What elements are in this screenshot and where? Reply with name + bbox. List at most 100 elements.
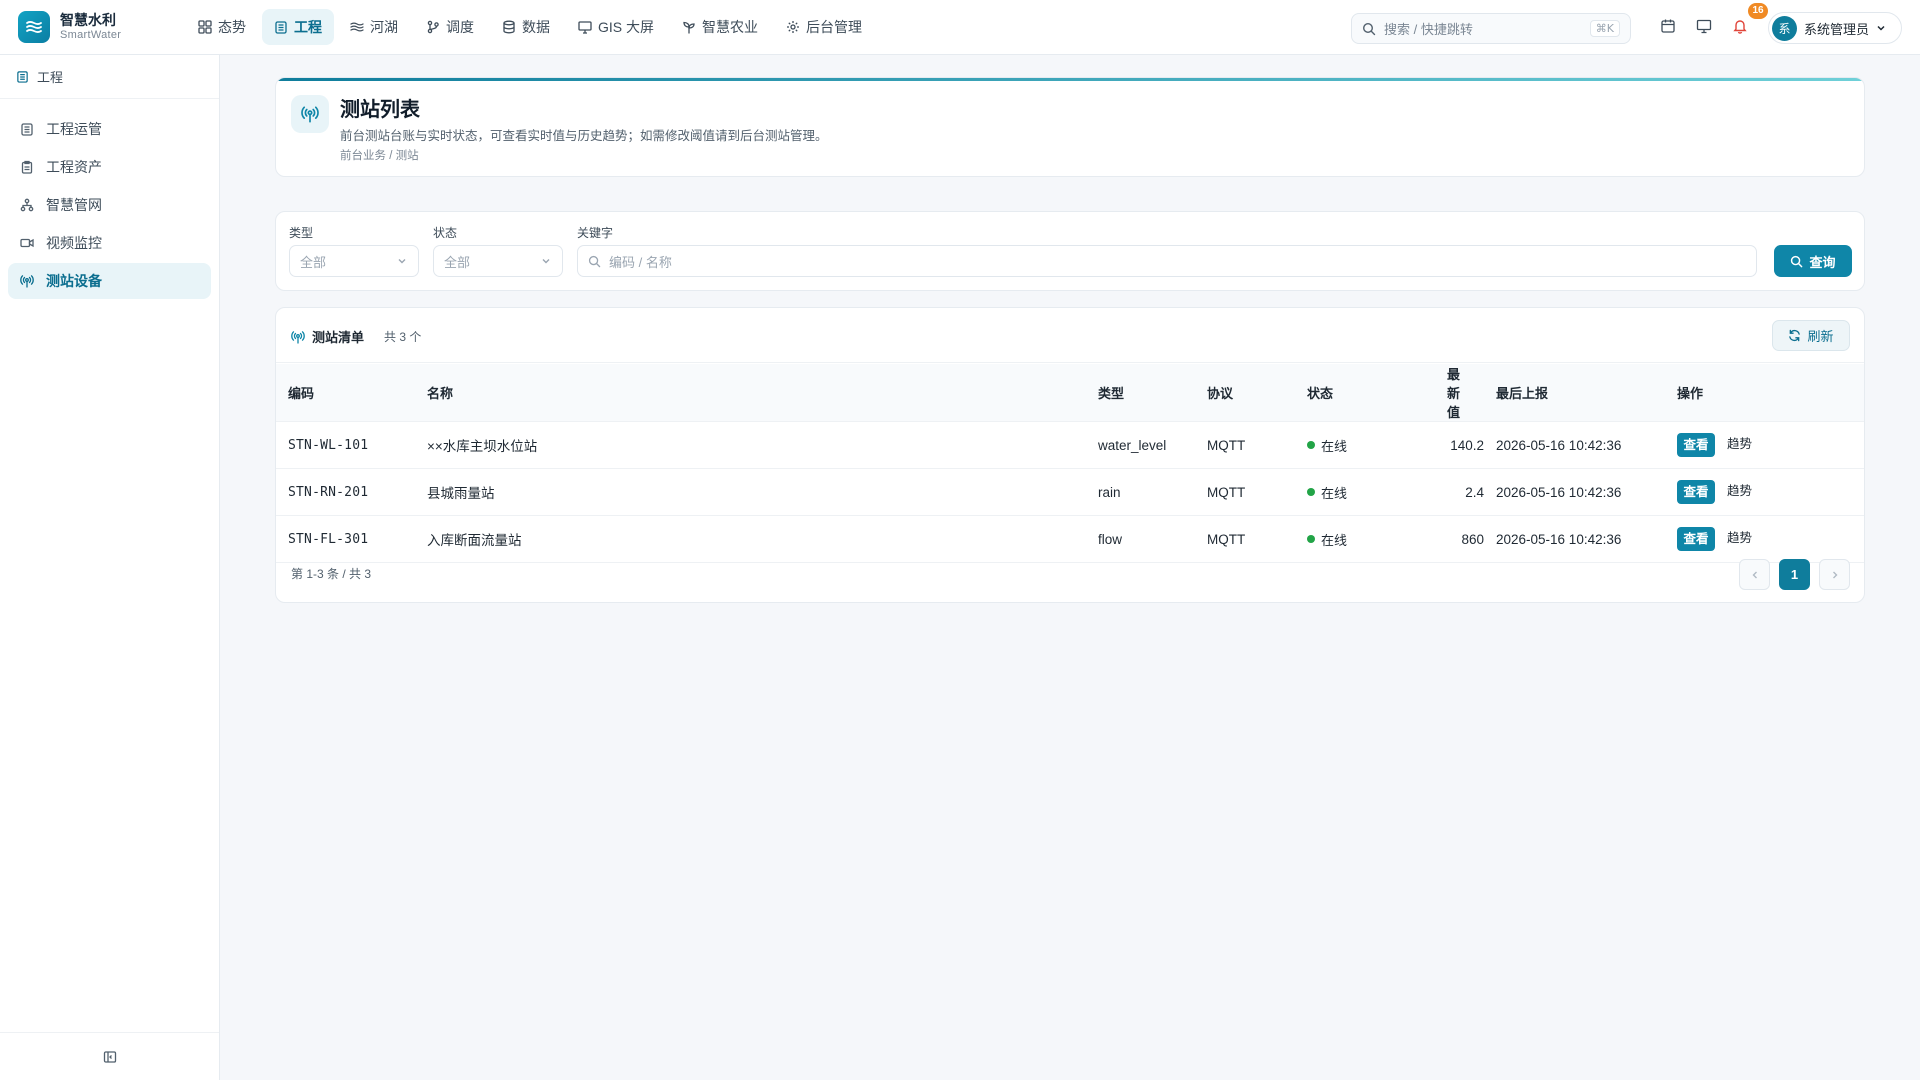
global-search[interactable]: 搜索 / 快捷跳转 ⌘K <box>1351 13 1631 44</box>
column-header-protocol[interactable]: 协议 <box>1195 364 1295 422</box>
table-toolbar: 测站清单 共 3 个 刷新 <box>276 308 1864 363</box>
refresh-button-label: 刷新 <box>1807 329 1834 344</box>
prev-page-button[interactable] <box>1739 559 1770 590</box>
keyword-input[interactable]: 编码 / 名称 <box>577 245 1757 277</box>
accent-bar <box>276 78 1864 81</box>
gear-icon <box>787 21 800 33</box>
sidebar-item-label: 工程资产 <box>46 159 102 175</box>
type-select[interactable]: 全部 <box>289 245 419 277</box>
search-icon <box>1791 255 1803 267</box>
nav-item-smart-agriculture[interactable]: 智慧农业 <box>670 9 770 45</box>
station-last-report: 2026-05-16 10:42:36 <box>1484 515 1665 563</box>
station-code: STN-WL-101 <box>276 421 415 469</box>
chevron-left-icon <box>1752 571 1757 578</box>
page-title: 测站列表 <box>340 99 420 121</box>
online-dot-icon <box>1307 488 1315 496</box>
sidebar-item-label: 智慧管网 <box>46 197 102 213</box>
grid-icon <box>198 20 212 34</box>
column-header-last-report[interactable]: 最后上报 <box>1484 364 1665 422</box>
type-select-value: 全部 <box>300 254 327 270</box>
nav-label: 后台管理 <box>806 19 863 35</box>
nav-item-data[interactable]: 数据 <box>490 9 562 45</box>
next-page-button[interactable] <box>1819 559 1850 590</box>
station-status: 在线 <box>1295 421 1426 469</box>
page-description: 前台测站台账与实时状态，可查看实时值与历史趋势；如需修改阈值请到后台测站管理。 <box>340 129 828 143</box>
nav-label: GIS 大屏 <box>598 19 655 35</box>
search-icon <box>1362 22 1376 35</box>
user-name: 系统管理员 <box>1804 21 1870 37</box>
nav-item-admin[interactable]: 后台管理 <box>774 9 874 45</box>
water-logo-icon <box>18 11 50 43</box>
table-row[interactable]: STN-RN-201 县城雨量站 rain MQTT 在线 2.4 2026-0… <box>276 468 1864 516</box>
chevron-down-icon <box>1877 25 1885 31</box>
column-header-type[interactable]: 类型 <box>1086 364 1195 422</box>
sidebar-section-label: 工程 <box>37 70 64 85</box>
view-button[interactable]: 查看 <box>1677 480 1715 504</box>
station-protocol: MQTT <box>1195 515 1295 563</box>
station-latest-value: 860 <box>1426 515 1484 563</box>
sidebar-collapse-button[interactable] <box>0 1032 219 1080</box>
sidebar-item-video-monitoring[interactable]: 视频监控 <box>8 225 211 261</box>
column-header-name[interactable]: 名称 <box>415 364 1086 422</box>
station-actions: 查看 趋势 <box>1665 468 1864 516</box>
view-button[interactable]: 查看 <box>1677 527 1715 551</box>
station-latest-value: 2.4 <box>1426 468 1484 516</box>
antenna-icon <box>20 275 34 288</box>
table-title: 测站清单 <box>291 327 364 346</box>
nav-item-rivers[interactable]: 河湖 <box>338 9 410 45</box>
antenna-icon <box>291 95 329 133</box>
user-menu[interactable]: 系 系统管理员 <box>1768 12 1902 44</box>
nav-item-situation[interactable]: 态势 <box>186 9 258 45</box>
sidebar-item-smart-pipe-network[interactable]: 智慧管网 <box>8 187 211 223</box>
nav-label: 数据 <box>522 19 550 35</box>
station-type: flow <box>1086 515 1195 563</box>
nav-item-engineering[interactable]: 工程 <box>262 9 334 45</box>
column-header-code[interactable]: 编码 <box>276 364 415 422</box>
search-icon <box>588 255 601 267</box>
avatar: 系 <box>1772 15 1797 41</box>
nav-item-dispatch[interactable]: 调度 <box>414 9 486 45</box>
status-select-value: 全部 <box>444 254 471 270</box>
nav-item-gis-screen[interactable]: GIS 大屏 <box>566 9 666 45</box>
column-header-status[interactable]: 状态 <box>1295 364 1426 422</box>
sidebar-item-station-devices[interactable]: 测站设备 <box>8 263 211 299</box>
station-actions: 查看 趋势 <box>1665 515 1864 563</box>
waves-icon <box>350 22 364 32</box>
page-button-current[interactable]: 1 <box>1779 559 1810 590</box>
table-header-row: 编码 名称 类型 协议 状态 最新值 最后上报 操作 <box>276 364 1864 422</box>
network-icon <box>20 198 34 212</box>
calendar-icon[interactable] <box>1660 18 1678 36</box>
station-protocol: MQTT <box>1195 421 1295 469</box>
query-button[interactable]: 查询 <box>1774 245 1852 277</box>
sidebar-collapse-icon <box>103 1050 116 1063</box>
station-protocol: MQTT <box>1195 468 1295 516</box>
sprout-icon <box>683 21 695 34</box>
trend-link[interactable]: 趋势 <box>1727 480 1752 502</box>
online-dot-icon <box>1307 441 1315 449</box>
top-bar: 智慧水利 SmartWater 态势 工程 河湖 调度 数据 GIS 大屏 智慧… <box>0 0 1920 55</box>
keyword-placeholder: 编码 / 名称 <box>609 254 672 270</box>
column-header-latest-value[interactable]: 最新值 <box>1426 364 1484 422</box>
chevron-right-icon <box>1832 571 1837 578</box>
status-text: 在线 <box>1321 532 1348 548</box>
sidebar-item-engineering-ops[interactable]: 工程运管 <box>8 111 211 147</box>
monitor-icon[interactable] <box>1696 18 1714 36</box>
brand[interactable]: 智慧水利 SmartWater <box>18 11 174 43</box>
trend-link[interactable]: 趋势 <box>1727 527 1752 549</box>
column-header-actions: 操作 <box>1665 364 1864 422</box>
status-text: 在线 <box>1321 438 1348 454</box>
sidebar-item-label: 工程运管 <box>46 121 102 137</box>
station-code: STN-RN-201 <box>276 468 415 516</box>
trend-link[interactable]: 趋势 <box>1727 433 1752 455</box>
station-table-card: 测站清单 共 3 个 刷新 编码 名称 类型 协议 状态 最新值 最后上报 操作 <box>275 307 1865 603</box>
pagination-info: 第 1-3 条 / 共 3 <box>291 567 372 581</box>
bell-icon[interactable] <box>1732 18 1750 36</box>
table-row[interactable]: STN-FL-301 入库断面流量站 flow MQTT 在线 860 2026… <box>276 515 1864 563</box>
view-button[interactable]: 查看 <box>1677 433 1715 457</box>
keyword-filter-label: 关键字 <box>577 226 614 240</box>
status-select[interactable]: 全部 <box>433 245 563 277</box>
refresh-button[interactable]: 刷新 <box>1772 320 1850 351</box>
sidebar-item-engineering-assets[interactable]: 工程资产 <box>8 149 211 185</box>
table-row[interactable]: STN-WL-101 ××水库主坝水位站 water_level MQTT 在线… <box>276 421 1864 469</box>
sidebar-item-label: 测站设备 <box>46 273 102 289</box>
